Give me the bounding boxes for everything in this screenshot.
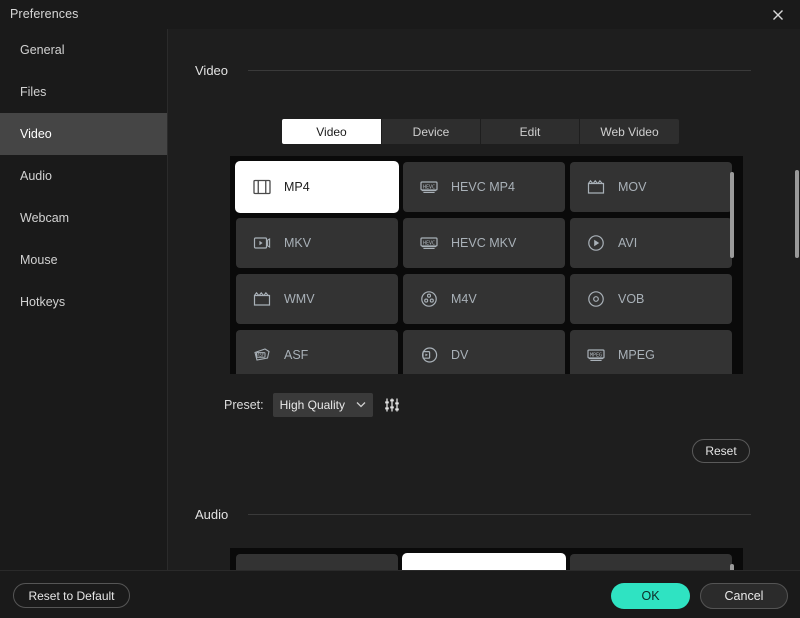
format-label: M4V: [451, 292, 477, 306]
sidebar-item-files[interactable]: Files: [0, 71, 167, 113]
preset-label: Preset:: [224, 398, 264, 412]
sidebar-item-webcam[interactable]: Webcam: [0, 197, 167, 239]
tab-edit[interactable]: Edit: [481, 119, 580, 144]
svg-text:HEVC: HEVC: [423, 240, 435, 246]
format-label: MPEG: [618, 348, 655, 362]
asf-badge-icon: ASF: [252, 345, 272, 365]
sidebar-item-label: General: [20, 43, 65, 57]
clapperboard-icon: [586, 177, 606, 197]
video-section-title: Video: [195, 63, 229, 78]
chevron-down-icon: [356, 400, 366, 411]
clapperboard-icon: [252, 289, 272, 309]
svg-text:MPEG: MPEG: [590, 352, 602, 358]
format-label: AVI: [618, 236, 638, 250]
preset-select[interactable]: High Quality: [272, 393, 373, 417]
format-tile-vob[interactable]: VOB: [570, 274, 732, 324]
play-box-icon: [252, 233, 272, 253]
tab-device[interactable]: Device: [382, 119, 481, 144]
audio-format-tile-1[interactable]: [236, 554, 398, 570]
reset-to-default-button[interactable]: Reset to Default: [13, 583, 130, 608]
close-icon[interactable]: [756, 0, 800, 29]
sidebar-item-mouse[interactable]: Mouse: [0, 239, 167, 281]
format-tile-mov[interactable]: MOV: [570, 162, 732, 212]
reset-label: Reset: [705, 444, 737, 458]
format-label: MOV: [618, 180, 647, 194]
cancel-button[interactable]: Cancel: [700, 583, 788, 609]
tab-label: Device: [412, 124, 450, 139]
tab-label: Edit: [519, 124, 541, 139]
video-type-tabs: Video Device Edit Web Video: [282, 119, 679, 144]
equalizer-icon[interactable]: [382, 395, 402, 415]
sidebar-item-video[interactable]: Video: [0, 113, 167, 155]
cancel-label: Cancel: [724, 589, 764, 603]
format-label: MP4: [284, 180, 310, 194]
format-label: VOB: [618, 292, 645, 306]
format-tile-wmv[interactable]: WMV: [236, 274, 398, 324]
format-tile-dv[interactable]: DV: [403, 330, 565, 374]
sidebar-item-hotkeys[interactable]: Hotkeys: [0, 281, 167, 323]
format-tile-mpeg[interactable]: MPEG MPEG: [570, 330, 732, 374]
audio-format-grid: [230, 548, 743, 570]
audio-section-title: Audio: [195, 507, 229, 522]
svg-text:ASF: ASF: [257, 352, 265, 357]
format-label: WMV: [284, 292, 315, 306]
audio-format-tile-2[interactable]: [403, 554, 565, 570]
format-tile-asf[interactable]: ASF ASF: [236, 330, 398, 374]
play-circle-icon: [586, 233, 606, 253]
audio-section-header: Audio: [195, 507, 751, 522]
page-scrollbar[interactable]: [795, 170, 799, 258]
sidebar-item-general[interactable]: General: [0, 29, 167, 71]
format-tile-m4v[interactable]: M4V: [403, 274, 565, 324]
ok-label: OK: [641, 589, 660, 603]
sidebar-item-label: Mouse: [20, 253, 58, 267]
format-label: MKV: [284, 236, 312, 250]
video-section-header: Video: [195, 63, 751, 78]
reset-button[interactable]: Reset: [692, 439, 750, 463]
audio-format-tile-3[interactable]: [570, 554, 732, 570]
tab-video[interactable]: Video: [282, 119, 382, 144]
film-strip-icon: [252, 177, 272, 197]
format-tile-hevc-mp4[interactable]: HEVC HEVC MP4: [403, 162, 565, 212]
preset-row: Preset: High Quality: [224, 393, 402, 417]
film-reel-icon: [419, 289, 439, 309]
preset-value: High Quality: [279, 398, 345, 412]
hevc-badge-icon: HEVC: [419, 177, 439, 197]
section-divider: [248, 70, 751, 71]
reset-to-default-label: Reset to Default: [28, 588, 115, 603]
ok-button[interactable]: OK: [611, 583, 690, 609]
tab-label: Web Video: [600, 124, 659, 139]
sidebar-item-label: Hotkeys: [20, 295, 66, 309]
dv-circle-icon: [419, 345, 439, 365]
window-title: Preferences: [10, 7, 79, 21]
sidebar-item-label: Files: [20, 85, 47, 99]
format-tile-mp4[interactable]: MP4: [236, 162, 398, 212]
preferences-window: Preferences General Files Video Audio We…: [0, 0, 800, 618]
format-tile-hevc-mkv[interactable]: HEVC HEVC MKV: [403, 218, 565, 268]
sidebar-item-audio[interactable]: Audio: [0, 155, 167, 197]
video-format-grid: MP4 HEVC HEVC MP4 MOV MKV HEVC HEVC MKV …: [230, 156, 743, 374]
format-label: DV: [451, 348, 469, 362]
format-tile-avi[interactable]: AVI: [570, 218, 732, 268]
tab-web-video[interactable]: Web Video: [580, 119, 679, 144]
format-label: HEVC MKV: [451, 236, 517, 250]
mpeg-badge-icon: MPEG: [586, 345, 606, 365]
sidebar: General Files Video Audio Webcam Mouse H…: [0, 29, 168, 570]
title-bar: Preferences: [0, 0, 800, 29]
section-divider: [248, 514, 751, 515]
sidebar-item-label: Audio: [20, 169, 52, 183]
sidebar-item-label: Webcam: [20, 211, 70, 225]
sidebar-item-label: Video: [20, 127, 52, 141]
content-pane: Video Video Device Edit Web Video MP4 HE…: [169, 29, 800, 570]
format-tile-mkv[interactable]: MKV: [236, 218, 398, 268]
format-label: ASF: [284, 348, 309, 362]
format-label: HEVC MP4: [451, 180, 515, 194]
tab-label: Video: [316, 124, 347, 139]
format-grid-scrollbar[interactable]: [730, 172, 734, 258]
disc-icon: [586, 289, 606, 309]
svg-text:HEVC: HEVC: [423, 184, 435, 190]
hevc-badge-icon: HEVC: [419, 233, 439, 253]
